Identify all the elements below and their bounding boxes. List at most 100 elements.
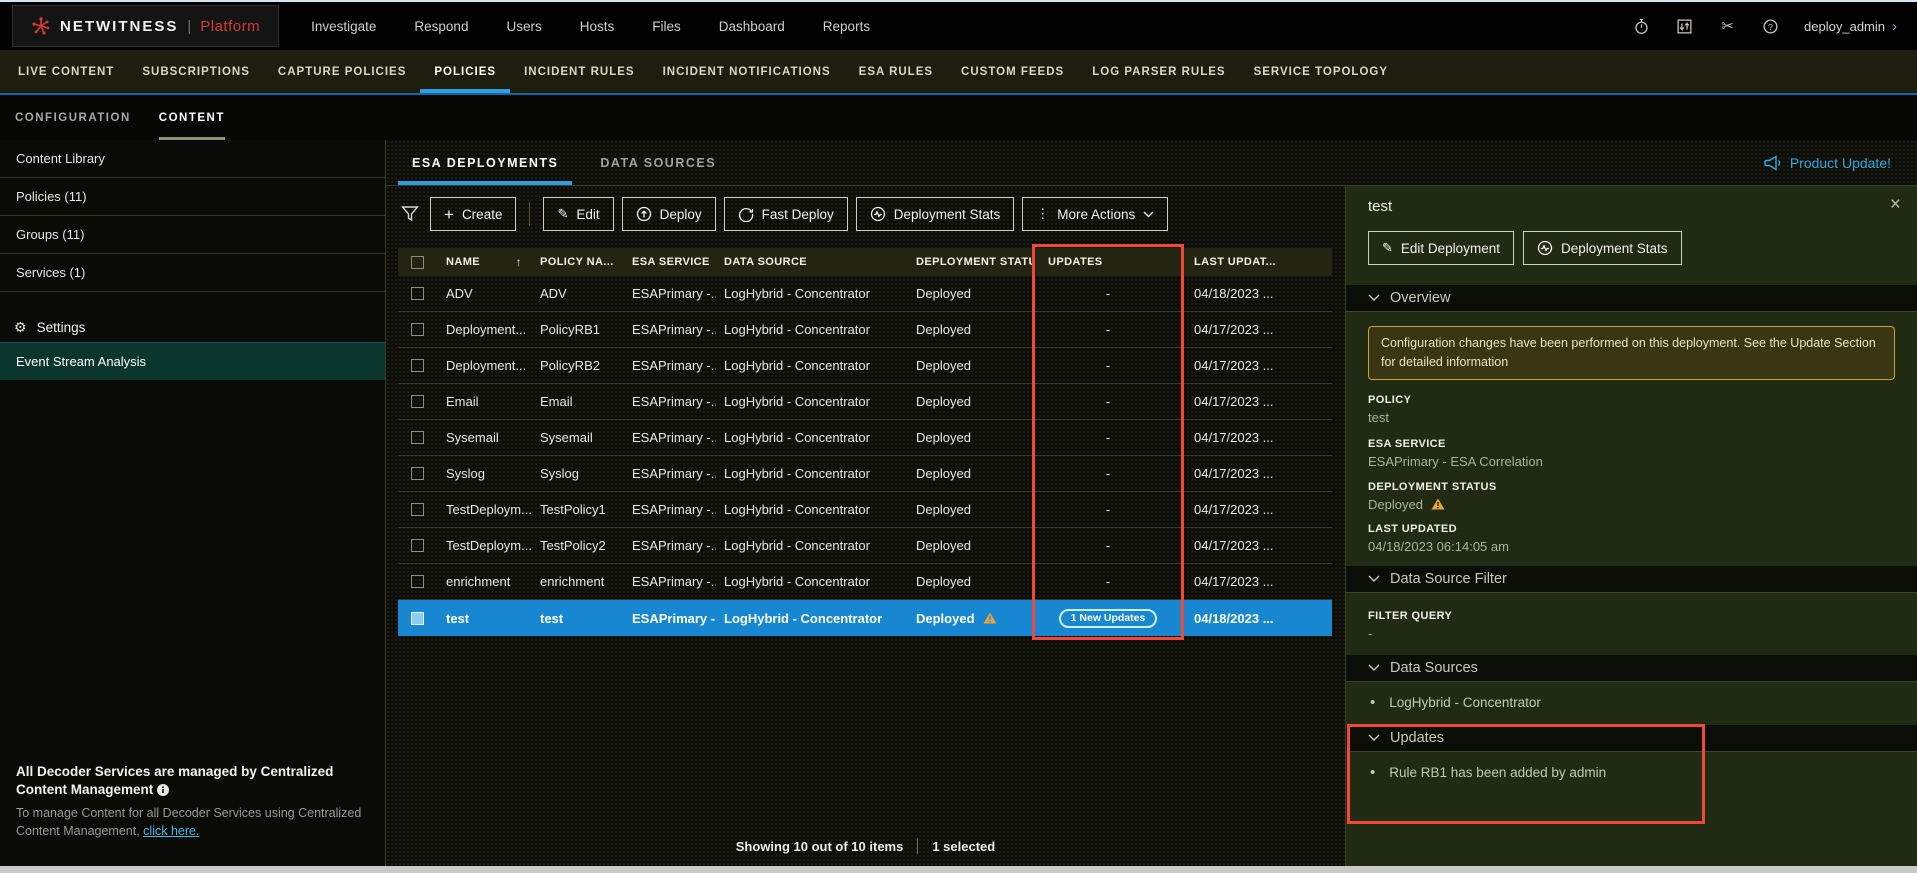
create-button[interactable]: + Create [430, 197, 517, 231]
jobs-icon[interactable] [1675, 17, 1694, 36]
tab-configuration[interactable]: CONFIGURATION [15, 95, 131, 140]
pencil-icon: ✎ [557, 206, 569, 221]
table-row[interactable]: Deployment... PolicyRB1 ESAPrimary -... … [398, 312, 1332, 348]
admin-tools-icon[interactable]: ✂ [1718, 17, 1737, 36]
edit-button[interactable]: ✎ Edit [543, 197, 614, 231]
row-checkbox-checked[interactable] [411, 611, 424, 625]
gear-icon: ⚙ [14, 318, 27, 335]
timer-icon[interactable] [1632, 17, 1651, 36]
row-checkbox[interactable] [411, 431, 424, 444]
column-header-esa-service[interactable]: ESA SERVICE [624, 256, 716, 268]
table-row[interactable]: Sysemail Sysemail ESAPrimary -... LogHyb… [398, 420, 1332, 456]
table-row[interactable]: TestDeploym... TestPolicy1 ESAPrimary -.… [398, 492, 1332, 528]
menu-dashboard[interactable]: Dashboard [719, 19, 785, 34]
menu-hosts[interactable]: Hosts [580, 19, 615, 34]
info-icon[interactable] [157, 783, 170, 796]
section-data-source-filter[interactable]: Data Source Filter [1346, 565, 1917, 593]
column-header-name[interactable]: NAME ↑ [436, 255, 532, 269]
chevron-down-icon [1368, 575, 1380, 582]
column-header-last-updated[interactable]: LAST UPDAT... [1182, 256, 1332, 268]
nav-incident-notifications[interactable]: INCIDENT NOTIFICATIONS [649, 50, 845, 93]
nav-incident-rules[interactable]: INCIDENT RULES [510, 50, 648, 93]
fast-deploy-button[interactable]: Fast Deploy [723, 197, 848, 231]
new-updates-badge[interactable]: 1 New Updates [1058, 608, 1158, 628]
table-row[interactable]: TestDeploym... TestPolicy2 ESAPrimary -.… [398, 528, 1332, 564]
product-update-label: Product Update! [1789, 154, 1891, 171]
sidebar-item-settings[interactable]: ⚙ Settings [0, 312, 385, 342]
deployment-detail-panel: test × ✎ Edit Deployment Deployment Stat… [1345, 186, 1917, 866]
table-row[interactable]: ADV ADV ESAPrimary -... LogHybrid - Conc… [398, 276, 1332, 312]
tab-esa-deployments[interactable]: ESA DEPLOYMENTS [398, 140, 573, 185]
nav-capture-policies[interactable]: CAPTURE POLICIES [264, 50, 420, 93]
column-header-data-source[interactable]: DATA SOURCE [716, 256, 904, 268]
sort-ascending-icon[interactable]: ↑ [516, 255, 522, 269]
nav-log-parser-rules[interactable]: LOG PARSER RULES [1078, 50, 1239, 93]
table-row-selected[interactable]: test test ESAPrimary -... LogHybrid - Co… [398, 600, 1332, 636]
row-checkbox[interactable] [411, 539, 424, 552]
deploy-button[interactable]: Deploy [621, 197, 716, 231]
configuration-warning-banner: Configuration changes have been performe… [1368, 326, 1895, 380]
nav-live-content[interactable]: LIVE CONTENT [4, 50, 128, 93]
menu-users[interactable]: Users [506, 19, 541, 34]
select-all-checkbox[interactable] [411, 255, 424, 269]
nav-custom-feeds[interactable]: CUSTOM FEEDS [947, 50, 1078, 93]
product-update-link[interactable]: Product Update! [1764, 140, 1891, 185]
nav-policies[interactable]: POLICIES [420, 50, 511, 93]
user-menu[interactable]: deploy_admin › [1804, 18, 1897, 35]
menu-files[interactable]: Files [652, 19, 681, 34]
netwitness-logo[interactable]: NETWITNESS | Platform [12, 5, 280, 47]
top-app-bar: NETWITNESS | Platform Investigate Respon… [0, 2, 1917, 50]
kebab-icon: ⋮ [1036, 206, 1050, 221]
deployment-stats-button[interactable]: Deployment Stats [855, 197, 1015, 231]
column-header-updates[interactable]: UPDATES [1034, 256, 1182, 268]
sidebar-item-groups[interactable]: Groups (11) [0, 216, 385, 254]
menu-respond[interactable]: Respond [414, 19, 468, 34]
row-checkbox[interactable] [411, 395, 424, 408]
toolbar: + Create ✎ Edit Deploy Fast Deploy Deplo… [386, 196, 1345, 232]
edit-deployment-button[interactable]: ✎ Edit Deployment [1368, 231, 1514, 265]
panel-deployment-stats-button[interactable]: Deployment Stats [1522, 231, 1682, 265]
sidebar-item-services[interactable]: Services (1) [0, 254, 385, 292]
horizontal-scrollbar[interactable] [0, 866, 1917, 873]
plus-icon: + [444, 204, 454, 224]
sidebar-item-event-stream-analysis[interactable]: Event Stream Analysis [0, 342, 385, 380]
panel-actions: ✎ Edit Deployment Deployment Stats [1368, 231, 1895, 265]
nav-subscriptions[interactable]: SUBSCRIPTIONS [128, 50, 264, 93]
row-checkbox[interactable] [411, 359, 424, 372]
chevron-down-icon [1143, 211, 1154, 218]
table-row[interactable]: Syslog Syslog ESAPrimary -... LogHybrid … [398, 456, 1332, 492]
deploy-icon [636, 206, 652, 222]
table-row[interactable]: Deployment... PolicyRB2 ESAPrimary -... … [398, 348, 1332, 384]
menu-investigate[interactable]: Investigate [311, 19, 376, 34]
sidebar-item-policies[interactable]: Policies (11) [0, 178, 385, 216]
help-icon[interactable]: ? [1761, 17, 1780, 36]
showing-count: Showing 10 out of 10 items [735, 838, 904, 854]
right-part: ESA DEPLOYMENTS DATA SOURCES Product Upd… [386, 140, 1917, 866]
tab-content[interactable]: CONTENT [158, 95, 225, 140]
row-checkbox[interactable] [411, 323, 424, 336]
nav-esa-rules[interactable]: ESA RULES [845, 50, 947, 93]
svg-text:?: ? [1768, 21, 1773, 31]
section-overview[interactable]: Overview [1346, 285, 1917, 312]
close-icon[interactable]: × [1890, 194, 1901, 216]
section-data-sources[interactable]: Data Sources [1346, 654, 1917, 682]
click-here-link[interactable]: click here. [143, 824, 199, 838]
filter-icon[interactable] [398, 202, 422, 226]
chevron-down-icon [1368, 664, 1380, 671]
section-updates[interactable]: Updates [1346, 724, 1917, 752]
menu-reports[interactable]: Reports [823, 19, 870, 34]
row-checkbox[interactable] [411, 287, 424, 300]
pencil-icon: ✎ [1382, 240, 1393, 255]
tab-data-sources[interactable]: DATA SOURCES [586, 140, 730, 185]
nav-service-topology[interactable]: SERVICE TOPOLOGY [1240, 50, 1402, 93]
row-checkbox[interactable] [411, 467, 424, 480]
column-header-policy[interactable]: POLICY NA... [532, 256, 624, 268]
column-header-deployment-status[interactable]: DEPLOYMENT STATUS [904, 256, 1034, 268]
row-checkbox[interactable] [411, 575, 424, 588]
row-checkbox[interactable] [411, 503, 424, 516]
sidebar-item-content-library[interactable]: Content Library [0, 140, 385, 178]
table-row[interactable]: Email Email ESAPrimary -... LogHybrid - … [398, 384, 1332, 420]
more-actions-button[interactable]: ⋮ More Actions [1022, 197, 1169, 231]
table-row[interactable]: enrichment enrichment ESAPrimary -... Lo… [398, 564, 1332, 600]
fast-deploy-icon [738, 206, 754, 222]
